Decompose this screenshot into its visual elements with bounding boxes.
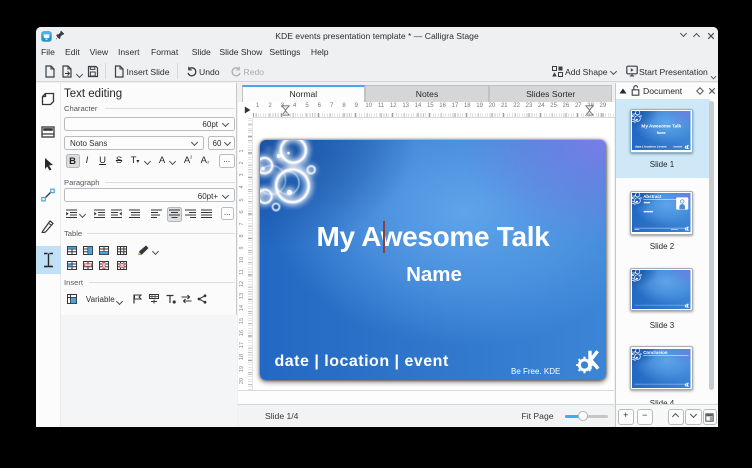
svg-text:Name: Name xyxy=(657,131,666,135)
svg-text:My Awesome Talk: My Awesome Talk xyxy=(642,124,682,129)
svg-text:Abstract: Abstract xyxy=(643,194,662,199)
svg-text:date | location | event: date | location | event xyxy=(635,145,667,149)
svg-text:Conclusion: Conclusion xyxy=(643,350,668,355)
